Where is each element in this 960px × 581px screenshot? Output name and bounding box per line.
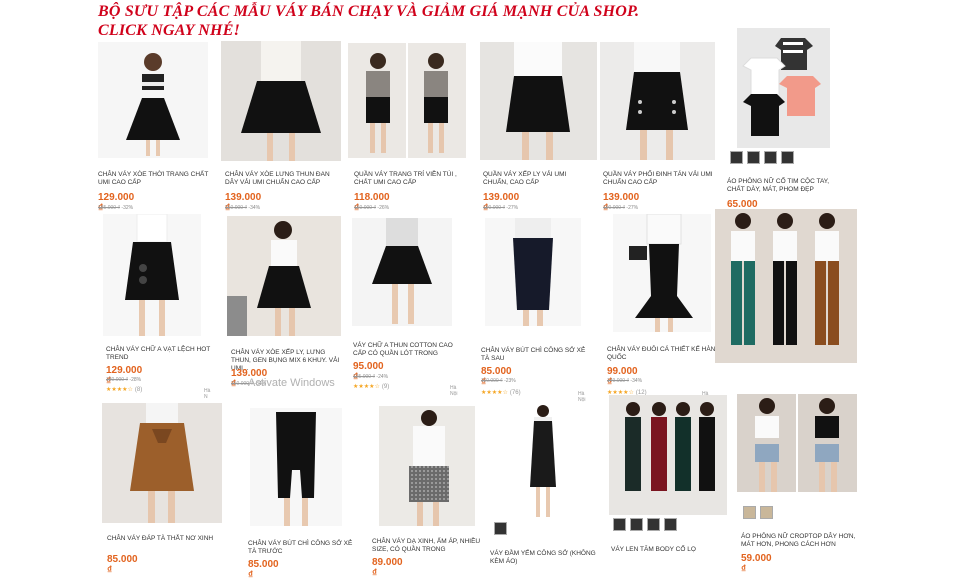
product-old-price: 190.000 ₫ -27% — [483, 205, 519, 211]
product-title[interactable]: CHÂN VÁY DẠ XINH, ẤM ÁP, NHIỀU SIZE, CÓ … — [372, 538, 484, 554]
color-thumbnail[interactable] — [630, 518, 643, 531]
product-price: 129.000 ₫ — [106, 365, 143, 387]
product-image[interactable] — [480, 42, 597, 160]
product-image[interactable] — [379, 406, 475, 526]
color-thumbnail[interactable] — [664, 518, 677, 531]
product-old-price: 125.000 ₫ -24% — [353, 374, 389, 380]
color-thumbnail[interactable] — [613, 518, 626, 531]
product-title[interactable]: VÁY CHỮ A THUN COTTON CAO CẤP CÓ QUẦN LÓ… — [353, 342, 463, 358]
product-image[interactable] — [103, 214, 201, 336]
product-image[interactable] — [520, 403, 566, 519]
color-thumbnail[interactable] — [764, 151, 777, 164]
page-headline: BỘ SƯU TẬP CÁC MẪU VÁY BÁN CHẠY VÀ GIẢM … — [98, 3, 640, 39]
product-title[interactable]: QUẦN VÁY TRANG TRÍ VIỀN TÚI , CHẤT UMI C… — [354, 171, 464, 187]
product-title[interactable]: VÁY LEN TĂM BODY CỔ LỌ — [611, 546, 723, 554]
product-image[interactable] — [737, 394, 857, 492]
color-thumbnail[interactable] — [730, 151, 743, 164]
color-swatches — [730, 151, 794, 164]
product-image[interactable] — [737, 28, 830, 148]
rating-stars: ★★★★☆ (76) — [481, 390, 521, 396]
product-old-price: 180.000 ₫ -28% — [106, 377, 142, 383]
product-image[interactable] — [221, 41, 341, 161]
product-image[interactable] — [227, 216, 341, 336]
product-title[interactable]: CHÂN VÁY ĐÁP TÀ THẮT NƠ XINH — [107, 535, 222, 543]
color-thumbnail[interactable] — [760, 506, 773, 519]
product-title[interactable]: CHÂN VÁY CHỮ A VẠT LỆCH HOT TREND — [106, 346, 216, 362]
product-title[interactable]: QUẦN VÁY XẾP LY VẢI UMI CHUẨN, CAO CẤP — [483, 171, 593, 187]
product-title[interactable]: CHÂN VÁY BÚT CHÌ CÔNG SỞ XẺ TÀ SAU — [481, 347, 593, 363]
color-swatches — [743, 506, 773, 519]
product-image[interactable] — [600, 42, 715, 160]
color-swatches — [613, 518, 677, 531]
product-title[interactable]: CHÂN VÁY ĐUÔI CÁ THIẾT KẾ HÀN QUỐC — [607, 346, 719, 362]
product-price: 85.000 ₫ — [248, 559, 279, 581]
location-label: Hà Nội — [450, 385, 458, 397]
product-title[interactable]: CHÂN VÁY XÒE LƯNG THUN ĐAN DÂY VẢI UMI C… — [225, 171, 335, 187]
product-title[interactable]: QUẦN VÁY PHỐI ĐINH TÁN VẢI UMI CHUẨN CAO… — [603, 171, 713, 187]
product-title[interactable]: VÁY ĐẦM YẾM CÔNG SỞ (KHÔNG KÈM ÁO) — [490, 550, 600, 566]
rating-stars: ★★★★☆ (8) — [106, 387, 143, 393]
product-image[interactable] — [98, 42, 208, 158]
product-image[interactable] — [102, 403, 222, 523]
color-thumbnail[interactable] — [747, 151, 760, 164]
product-old-price: 110.000 ₫ -23% — [481, 378, 516, 384]
product-title[interactable]: CHÂN VÁY XÒE THỜI TRANG CHẤT UMI CAO CẤP — [98, 171, 218, 187]
location-label: Hà Nội — [578, 391, 586, 403]
product-title[interactable]: CHÂN VÁY BÚT CHÌ CÔNG SỞ XẺ TÀ TRƯỚC — [248, 540, 360, 556]
product-image[interactable] — [348, 43, 466, 158]
location-label: Hà N — [204, 388, 211, 400]
product-title[interactable]: ÁO PHÔNG NỮ CROPTOP DÂY HƠN, MÁT HƠN, PH… — [741, 533, 856, 549]
product-price: 85.000 ₫ — [481, 366, 512, 388]
product-image[interactable] — [609, 395, 727, 515]
product-price: 59.000 ₫ — [741, 553, 772, 575]
product-title[interactable]: ÁO PHÔNG NỮ CỔ TIM CỘC TAY, CHẤT DÀY, MÁ… — [727, 178, 835, 194]
product-price: 99.000 ₫ — [607, 366, 638, 388]
color-thumbnail[interactable] — [494, 522, 507, 535]
color-thumbnail[interactable] — [781, 151, 794, 164]
product-old-price: 190.000 ₫ -27% — [603, 205, 639, 211]
product-old-price: 149.000 ₫ -34% — [607, 378, 643, 384]
product-image[interactable] — [485, 218, 581, 326]
product-old-price: 160.000 ₫ -26% — [354, 205, 390, 211]
product-price: 85.000 ₫ — [107, 554, 138, 576]
product-image[interactable] — [613, 214, 711, 332]
product-image[interactable] — [352, 218, 452, 326]
product-old-price: 185.000 ₫ -32% — [98, 205, 134, 211]
product-image[interactable] — [250, 408, 342, 526]
color-thumbnail[interactable] — [743, 506, 756, 519]
windows-watermark: Activate Windows — [248, 377, 335, 389]
color-thumbnail[interactable] — [647, 518, 660, 531]
rating-stars: ★★★★☆ (9) — [353, 384, 390, 390]
product-old-price: 210.000 ₫ -34% — [225, 205, 261, 211]
product-image[interactable] — [715, 209, 857, 363]
